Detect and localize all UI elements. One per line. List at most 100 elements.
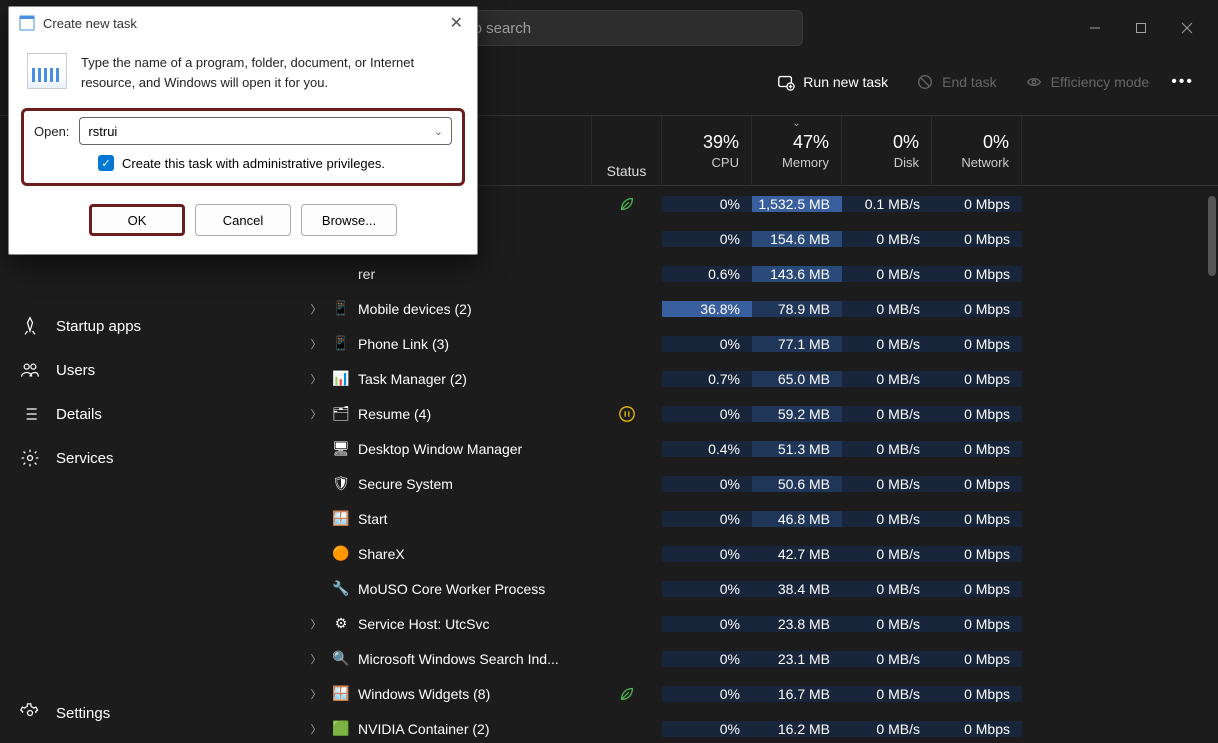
cpu-cell: 0% [662, 546, 752, 562]
cpu-cell: 0% [662, 406, 752, 422]
chevron-down-icon: ⌄ [434, 125, 443, 138]
dialog-input-area: Open: rstrui ⌄ ✓ Create this task with a… [21, 108, 465, 186]
cpu-cell: 0% [662, 721, 752, 737]
table-row[interactable]: 〉rer0.6%143.6 MB0 MB/s0 Mbps [300, 256, 1218, 291]
expand-toggle[interactable]: 〉 [308, 686, 324, 702]
sidebar-item-users[interactable]: Users [0, 348, 300, 392]
process-icon: 🔧 [332, 580, 350, 598]
table-row[interactable]: 〉🟩NVIDIA Container (2)0%16.2 MB0 MB/s0 M… [300, 711, 1218, 743]
sidebar-startup-label: Startup apps [56, 318, 141, 335]
memory-cell: 16.7 MB [752, 686, 842, 702]
memory-cell: 23.8 MB [752, 616, 842, 632]
col-cpu[interactable]: 39% CPU [662, 116, 752, 185]
table-body: 〉📦(18)0%1,532.5 MB0.1 MB/s0 Mbps〉rvice E… [300, 186, 1218, 743]
table-row[interactable]: 〉🪟Start0%46.8 MB0 MB/s0 Mbps [300, 501, 1218, 536]
table-row[interactable]: 〉📱Phone Link (3)0%77.1 MB0 MB/s0 Mbps [300, 326, 1218, 361]
rocket-icon [20, 316, 40, 336]
expand-toggle[interactable]: 〉 [308, 651, 324, 667]
network-cell: 0 Mbps [932, 266, 1022, 282]
browse-button[interactable]: Browse... [301, 204, 397, 236]
open-label: Open: [34, 124, 69, 139]
col-disk[interactable]: 0% Disk [842, 116, 932, 185]
run-icon [19, 15, 35, 31]
list-icon [20, 404, 40, 424]
table-row[interactable]: 〉📱Mobile devices (2)36.8%78.9 MB0 MB/s0 … [300, 291, 1218, 326]
disk-cell: 0 MB/s [842, 231, 932, 247]
network-cell: 0 Mbps [932, 336, 1022, 352]
maximize-button[interactable] [1118, 12, 1164, 44]
disk-cell: 0 MB/s [842, 371, 932, 387]
end-task-button: End task [902, 65, 1010, 99]
process-icon: 📱 [332, 335, 350, 353]
table-row[interactable]: 〉🖥Desktop Window Manager0.4%51.3 MB0 MB/… [300, 431, 1218, 466]
expand-toggle[interactable]: 〉 [308, 616, 324, 632]
memory-cell: 143.6 MB [752, 266, 842, 282]
expand-toggle[interactable]: 〉 [308, 406, 324, 422]
admin-checkbox[interactable]: ✓ [98, 155, 114, 171]
cpu-cell: 0% [662, 581, 752, 597]
disk-cell: 0 MB/s [842, 301, 932, 317]
status-cell [592, 405, 662, 423]
minimize-button[interactable] [1072, 12, 1118, 44]
disk-cell: 0 MB/s [842, 336, 932, 352]
open-combobox[interactable]: rstrui ⌄ [79, 117, 452, 145]
sidebar-item-services[interactable]: Services [0, 436, 300, 480]
col-status[interactable]: Status [592, 116, 662, 185]
process-name: Task Manager (2) [358, 371, 467, 387]
expand-toggle[interactable]: 〉 [308, 336, 324, 352]
disk-cell: 0 MB/s [842, 476, 932, 492]
process-icon: 🗂 [332, 405, 350, 423]
col-memory[interactable]: ⌄ 47% Memory [752, 116, 842, 185]
process-icon: 🖥 [332, 440, 350, 458]
dialog-title: Create new task [43, 16, 438, 31]
run-new-task-button[interactable]: Run new task [763, 65, 902, 99]
process-name: MoUSO Core Worker Process [358, 581, 545, 597]
sidebar-settings-label: Settings [56, 705, 110, 722]
table-row[interactable]: 〉🔍Microsoft Windows Search Ind...0%23.1 … [300, 641, 1218, 676]
process-name: Windows Widgets (8) [358, 686, 490, 702]
table-row[interactable]: 〉📊Task Manager (2)0.7%65.0 MB0 MB/s0 Mbp… [300, 361, 1218, 396]
pause-icon [618, 405, 636, 423]
process-name: Secure System [358, 476, 453, 492]
expand-toggle[interactable]: 〉 [308, 721, 324, 737]
cpu-cell: 36.8% [662, 301, 752, 317]
table-row[interactable]: 〉🔧MoUSO Core Worker Process0%38.4 MB0 MB… [300, 571, 1218, 606]
ok-button[interactable]: OK [89, 204, 185, 236]
admin-label: Create this task with administrative pri… [122, 156, 385, 171]
more-button[interactable]: ••• [1163, 65, 1202, 99]
col-network[interactable]: 0% Network [932, 116, 1022, 185]
process-name: rer [358, 266, 375, 282]
cpu-cell: 0% [662, 476, 752, 492]
table-row[interactable]: 〉🟠ShareX0%42.7 MB0 MB/s0 Mbps [300, 536, 1218, 571]
sidebar-item-settings[interactable]: Settings [0, 691, 300, 735]
process-icon: 🟠 [332, 545, 350, 563]
process-icon: 🔍 [332, 650, 350, 668]
table-row[interactable]: 〉🛡Secure System0%50.6 MB0 MB/s0 Mbps [300, 466, 1218, 501]
disk-cell: 0 MB/s [842, 546, 932, 562]
dialog-close-button[interactable]: ✕ [446, 13, 467, 33]
process-name: NVIDIA Container (2) [358, 721, 490, 737]
window-controls [1072, 12, 1210, 44]
process-name: Mobile devices (2) [358, 301, 472, 317]
scrollbar-thumb[interactable] [1208, 196, 1216, 276]
network-cell: 0 Mbps [932, 581, 1022, 597]
network-cell: 0 Mbps [932, 371, 1022, 387]
sidebar-item-startup[interactable]: Startup apps [0, 304, 300, 348]
process-name: Start [358, 511, 388, 527]
cpu-cell: 0.6% [662, 266, 752, 282]
table-row[interactable]: 〉⚙Service Host: UtcSvc0%23.8 MB0 MB/s0 M… [300, 606, 1218, 641]
table-row[interactable]: 〉🪟Windows Widgets (8)0%16.7 MB0 MB/s0 Mb… [300, 676, 1218, 711]
expand-toggle[interactable]: 〉 [308, 371, 324, 387]
status-cell [592, 195, 662, 213]
cancel-button[interactable]: Cancel [195, 204, 291, 236]
table-row[interactable]: 〉🗂Resume (4)0%59.2 MB0 MB/s0 Mbps [300, 396, 1218, 431]
sidebar-item-details[interactable]: Details [0, 392, 300, 436]
gear-icon [20, 448, 40, 468]
close-button[interactable] [1164, 12, 1210, 44]
disk-cell: 0 MB/s [842, 721, 932, 737]
network-cell: 0 Mbps [932, 511, 1022, 527]
memory-cell: 59.2 MB [752, 406, 842, 422]
cpu-cell: 0% [662, 231, 752, 247]
disk-cell: 0 MB/s [842, 651, 932, 667]
expand-toggle[interactable]: 〉 [308, 301, 324, 317]
